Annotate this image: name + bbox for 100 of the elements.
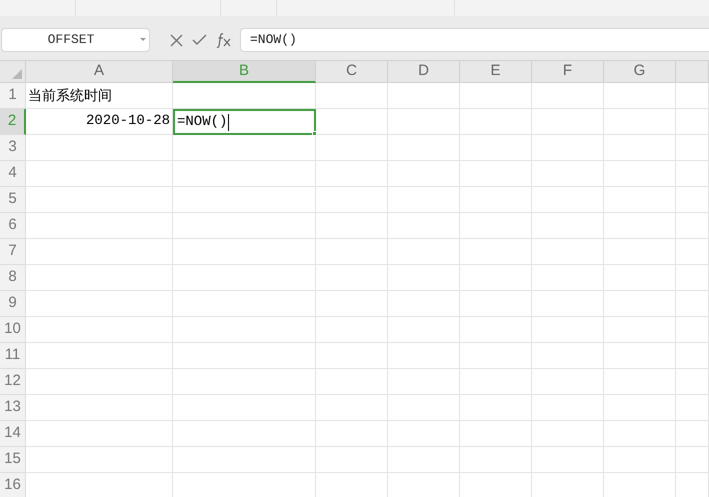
- empty-cell[interactable]: [388, 161, 460, 187]
- row-header[interactable]: 6: [0, 213, 26, 239]
- column-header[interactable]: B: [173, 61, 316, 83]
- row-header[interactable]: 3: [0, 135, 26, 161]
- empty-cell[interactable]: [460, 213, 532, 239]
- empty-cell[interactable]: [316, 291, 388, 317]
- empty-cell[interactable]: [388, 447, 460, 473]
- empty-cell[interactable]: [316, 265, 388, 291]
- empty-cell[interactable]: [676, 265, 709, 291]
- empty-cell[interactable]: [676, 83, 709, 109]
- empty-cell[interactable]: [604, 187, 676, 213]
- empty-cell[interactable]: [173, 265, 316, 291]
- cancel-icon[interactable]: [170, 34, 183, 46]
- empty-cell[interactable]: [676, 343, 709, 369]
- select-all-corner[interactable]: [0, 61, 26, 83]
- row-header[interactable]: 2: [0, 109, 26, 135]
- empty-cell[interactable]: [316, 161, 388, 187]
- check-icon[interactable]: [192, 34, 207, 46]
- empty-cell[interactable]: [532, 109, 604, 135]
- column-header[interactable]: C: [316, 61, 388, 83]
- empty-cell[interactable]: [173, 447, 316, 473]
- empty-cell[interactable]: [532, 135, 604, 161]
- empty-cell[interactable]: [316, 421, 388, 447]
- empty-cell[interactable]: [460, 187, 532, 213]
- column-header[interactable]: E: [460, 61, 532, 83]
- empty-cell[interactable]: [388, 395, 460, 421]
- empty-cell[interactable]: [460, 83, 532, 109]
- row-header[interactable]: 10: [0, 317, 26, 343]
- row-header[interactable]: 4: [0, 161, 26, 187]
- name-box[interactable]: OFFSET: [1, 28, 150, 52]
- empty-cell[interactable]: [173, 187, 316, 213]
- column-header[interactable]: F: [532, 61, 604, 83]
- empty-cell[interactable]: [316, 109, 388, 135]
- active-cell-editor[interactable]: =NOW(): [173, 109, 316, 135]
- empty-cell[interactable]: [676, 291, 709, 317]
- row-header[interactable]: 5: [0, 187, 26, 213]
- empty-cell[interactable]: [388, 109, 460, 135]
- column-header[interactable]: A: [26, 61, 173, 83]
- formula-input-field[interactable]: =NOW(): [240, 28, 709, 52]
- row-header[interactable]: 11: [0, 343, 26, 369]
- empty-cell[interactable]: [604, 109, 676, 135]
- empty-cell[interactable]: [532, 395, 604, 421]
- empty-cell[interactable]: [460, 447, 532, 473]
- row-header[interactable]: 16: [0, 473, 26, 497]
- empty-cell[interactable]: [604, 395, 676, 421]
- empty-cell[interactable]: [173, 317, 316, 343]
- empty-cell[interactable]: [604, 291, 676, 317]
- empty-cell[interactable]: [604, 213, 676, 239]
- empty-cell[interactable]: [604, 239, 676, 265]
- empty-cell[interactable]: [316, 369, 388, 395]
- empty-cell[interactable]: [676, 109, 709, 135]
- row-header[interactable]: 8: [0, 265, 26, 291]
- row-header[interactable]: 13: [0, 395, 26, 421]
- empty-cell[interactable]: [676, 317, 709, 343]
- empty-cell[interactable]: [532, 369, 604, 395]
- empty-cell[interactable]: [532, 291, 604, 317]
- empty-cell[interactable]: [388, 265, 460, 291]
- empty-cell[interactable]: [460, 395, 532, 421]
- empty-cell[interactable]: [460, 343, 532, 369]
- empty-cell[interactable]: [173, 213, 316, 239]
- empty-cell[interactable]: [388, 187, 460, 213]
- empty-cell[interactable]: [532, 421, 604, 447]
- empty-cell[interactable]: [532, 187, 604, 213]
- row-header[interactable]: 7: [0, 239, 26, 265]
- empty-cell[interactable]: [388, 421, 460, 447]
- empty-cell[interactable]: [173, 161, 316, 187]
- empty-cell[interactable]: [316, 187, 388, 213]
- empty-cell[interactable]: [604, 369, 676, 395]
- empty-cell[interactable]: [532, 83, 604, 109]
- dropdown-arrow-icon[interactable]: [140, 38, 146, 42]
- empty-cell[interactable]: [676, 395, 709, 421]
- empty-cell[interactable]: [676, 447, 709, 473]
- empty-cell[interactable]: [604, 447, 676, 473]
- empty-cell[interactable]: [676, 369, 709, 395]
- empty-cell[interactable]: [173, 83, 316, 109]
- empty-cell[interactable]: [460, 109, 532, 135]
- empty-cell[interactable]: [460, 239, 532, 265]
- empty-cell[interactable]: [316, 83, 388, 109]
- empty-cell[interactable]: [316, 317, 388, 343]
- empty-cell[interactable]: [460, 161, 532, 187]
- empty-cell[interactable]: [173, 343, 316, 369]
- empty-cell[interactable]: [316, 239, 388, 265]
- empty-cell[interactable]: [532, 317, 604, 343]
- empty-cell[interactable]: [388, 213, 460, 239]
- row-header[interactable]: 1: [0, 83, 26, 109]
- empty-cell[interactable]: [316, 135, 388, 161]
- empty-cell[interactable]: [532, 213, 604, 239]
- empty-cell[interactable]: [604, 317, 676, 343]
- empty-cell[interactable]: [388, 343, 460, 369]
- empty-cell[interactable]: [532, 239, 604, 265]
- row-header[interactable]: 15: [0, 447, 26, 473]
- empty-cell[interactable]: [460, 291, 532, 317]
- row-header[interactable]: 14: [0, 421, 26, 447]
- row-header[interactable]: 9: [0, 291, 26, 317]
- empty-cell[interactable]: [173, 421, 316, 447]
- empty-cell[interactable]: [388, 135, 460, 161]
- empty-cell[interactable]: [316, 213, 388, 239]
- row-header[interactable]: 12: [0, 369, 26, 395]
- empty-cell[interactable]: [460, 421, 532, 447]
- empty-cell[interactable]: [388, 369, 460, 395]
